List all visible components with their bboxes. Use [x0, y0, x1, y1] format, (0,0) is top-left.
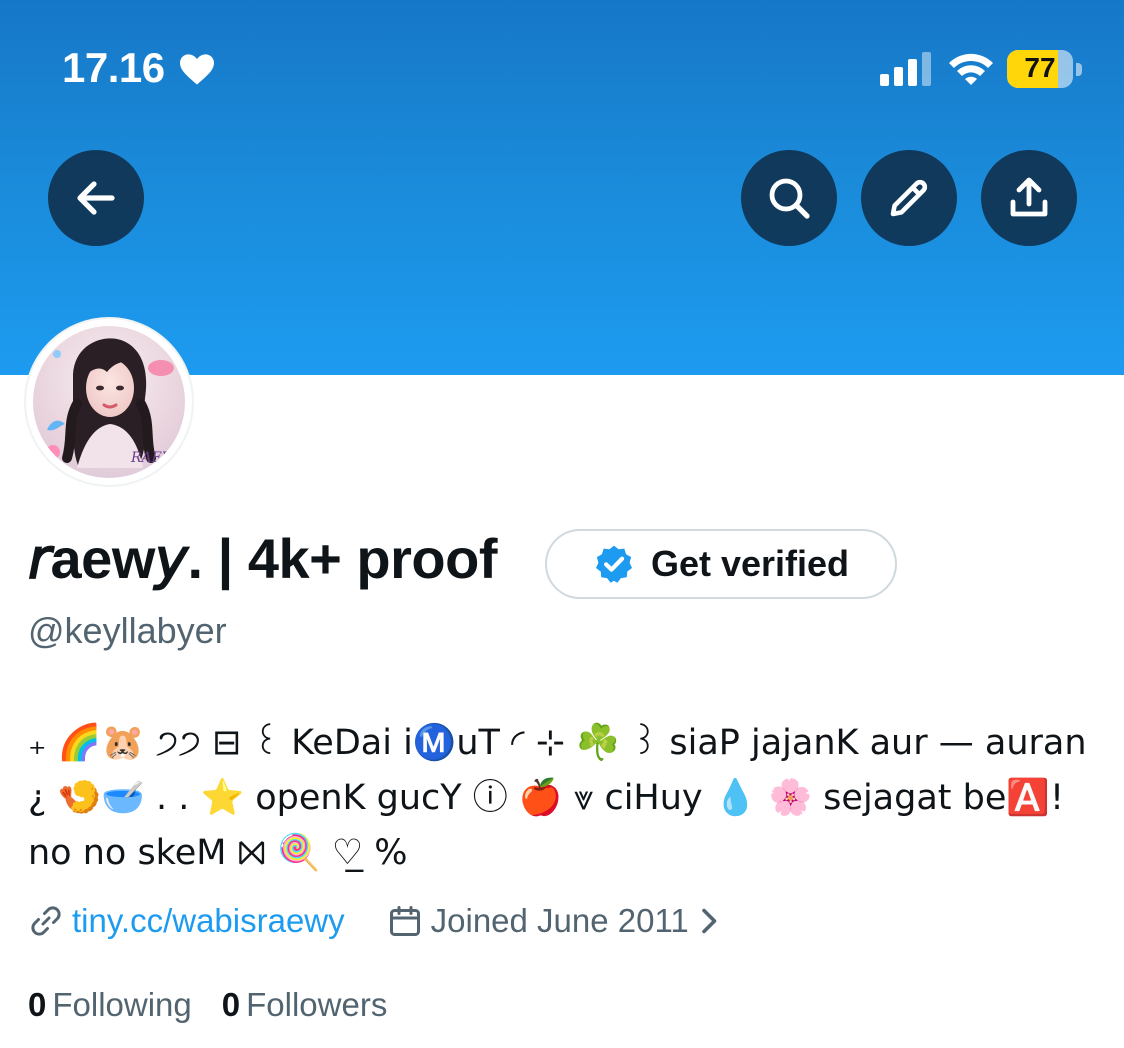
share-icon: [1010, 177, 1048, 217]
followers-link[interactable]: 0 Followers: [222, 986, 388, 1024]
search-icon: [769, 178, 810, 219]
avatar[interactable]: RAEWY: [24, 317, 194, 487]
followers-count: 0: [221, 986, 241, 1023]
joined-date[interactable]: Joined June 2011: [387, 902, 721, 940]
avatar-watermark: RAEWY: [130, 450, 185, 466]
display-name: 𝘳aew𝘺. | 4k+ proof: [28, 527, 497, 590]
calendar-icon: [389, 906, 420, 936]
following-count: 0: [28, 986, 47, 1023]
avatar-image: RAEWY: [33, 326, 185, 478]
heart-icon: [180, 54, 214, 85]
pencil-icon: [890, 179, 928, 217]
follow-stats: 0 Following 0 Followers: [28, 986, 387, 1024]
battery-level: 77: [1024, 52, 1056, 83]
back-button[interactable]: [48, 150, 144, 246]
get-verified-button[interactable]: Get verified: [545, 529, 897, 599]
battery-indicator: 77: [1007, 50, 1083, 88]
status-time: 17.16: [62, 44, 165, 91]
share-button[interactable]: [981, 150, 1077, 246]
profile-handle: @keyllabyer: [28, 610, 227, 651]
get-verified-label: Get verified: [650, 543, 850, 584]
following-label: Following: [52, 986, 192, 1023]
joined-label: Joined June 2011: [430, 902, 689, 939]
profile-bio: ₊ 🌈🐹 ੭੭ ⊟ ꒰ KeDai iⓂ️uT ◜ ⊹ ☘️ ꒱ siaP ja…: [28, 723, 1087, 873]
edit-profile-button[interactable]: [861, 150, 957, 246]
cellular-signal-icon: [880, 52, 931, 86]
verified-badge-icon: [595, 545, 632, 583]
profile-meta: tiny.cc/wabisraewy Joined June 2011: [28, 896, 721, 946]
arrow-left-icon: [77, 181, 115, 215]
search-button[interactable]: [741, 150, 837, 246]
chevron-right-icon: [701, 908, 717, 934]
following-link[interactable]: 0 Following: [28, 986, 192, 1024]
profile-link[interactable]: tiny.cc/wabisraewy: [72, 902, 345, 940]
wifi-icon: [949, 53, 993, 85]
followers-label: Followers: [246, 986, 388, 1023]
link-icon: [31, 906, 61, 936]
